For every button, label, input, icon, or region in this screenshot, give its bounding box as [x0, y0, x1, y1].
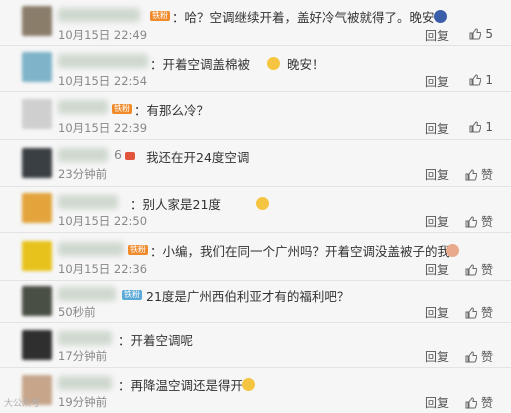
smile-emoji	[242, 378, 255, 391]
fan-badge: 铁粉	[150, 11, 170, 21]
thumb-up-icon	[465, 215, 477, 227]
list-item: ：别人家是21度 10月15日 22:50 回复 赞	[0, 187, 511, 233]
avatar[interactable]	[22, 6, 52, 36]
like-button[interactable]: 赞	[465, 261, 493, 278]
comment-list: 铁粉 ：哈？空调继续开着，盖好冷气被就得了。晚安 10月15日 22:49 回复…	[0, 0, 511, 413]
comment-text: ：再降温空调还是得开	[118, 378, 244, 393]
fan-badge: 铁粉	[122, 290, 142, 300]
like-count: 赞	[480, 263, 493, 277]
like-button[interactable]: 1	[469, 120, 493, 134]
list-item: ：开着空调盖棉被 晚安！ 10月15日 22:54 回复 1	[0, 46, 511, 92]
fan-badge: 铁粉	[112, 104, 132, 114]
username[interactable]	[58, 148, 108, 162]
watermark: 大公众号	[4, 399, 41, 409]
like-button[interactable]: 赞	[465, 394, 493, 411]
member-badge	[125, 152, 135, 160]
reply-button[interactable]: 回复	[425, 166, 449, 183]
thumb-up-icon	[469, 28, 482, 40]
thumb-up-icon	[465, 396, 477, 408]
timestamp: 10月15日 22:50	[58, 214, 148, 228]
list-item: 6 我还在开24度空调 23分钟前 回复 赞	[0, 140, 511, 187]
like-count: 赞	[480, 396, 493, 410]
reply-button[interactable]: 回复	[425, 348, 449, 365]
like-count: 1	[485, 120, 493, 134]
list-item: ：开着空调呢 17分钟前 回复 赞	[0, 323, 511, 368]
thumb-up-icon	[469, 121, 482, 133]
timestamp: 17分钟前	[58, 349, 108, 363]
comment-text-2: 晚安！	[287, 57, 325, 72]
like-button[interactable]: 赞	[465, 213, 493, 230]
avatar[interactable]	[22, 99, 52, 129]
username[interactable]	[58, 331, 112, 345]
laugh-emoji	[267, 57, 280, 70]
list-item: 铁粉 ：小编，我们在同一个广州吗？开着空调没盖被子的我 10月15日 22:36…	[0, 233, 511, 281]
avatar[interactable]	[22, 148, 52, 178]
comment-text: ：别人家是21度	[130, 197, 221, 212]
list-item: 铁粉 ：哈？空调继续开着，盖好冷气被就得了。晚安 10月15日 22:49 回复…	[0, 0, 511, 46]
timestamp: 23分钟前	[58, 167, 108, 181]
username[interactable]	[58, 195, 118, 209]
timestamp: 10月15日 22:49	[58, 28, 148, 42]
like-button[interactable]: 赞	[465, 166, 493, 183]
like-count: 赞	[480, 215, 493, 229]
comment-text: ：开着空调呢	[118, 333, 194, 348]
comment-text: ：开着空调盖棉被	[150, 57, 251, 72]
username[interactable]	[58, 54, 148, 68]
comment-prefix: 6	[114, 147, 122, 162]
like-count: 5	[485, 27, 493, 41]
comment-text: ：哈？空调继续开着，盖好冷气被就得了。晚安	[172, 10, 435, 25]
timestamp: 50秒前	[58, 305, 96, 319]
comment-text: ：小编，我们在同一个广州吗？开着空调没盖被子的我	[150, 244, 451, 259]
like-count: 赞	[480, 168, 493, 182]
thumb-up-icon	[469, 74, 482, 86]
reply-button[interactable]: 回复	[425, 304, 449, 321]
comment-text: 我还在开24度空调	[146, 150, 250, 165]
avatar[interactable]	[22, 241, 52, 271]
reply-button[interactable]: 回复	[425, 27, 449, 44]
list-item: ：再降温空调还是得开 19分钟前 回复 赞	[0, 368, 511, 413]
avatar[interactable]	[22, 286, 52, 316]
list-item: 铁粉 21度是广州西伯利亚才有的福利吧？ 50秒前 回复 赞	[0, 281, 511, 323]
like-button[interactable]: 1	[469, 73, 493, 87]
avatar[interactable]	[22, 52, 52, 82]
username[interactable]	[58, 8, 140, 22]
comment-text: ：有那么冷？	[134, 103, 210, 118]
timestamp: 19分钟前	[58, 395, 108, 409]
username[interactable]	[58, 100, 108, 114]
timestamp: 10月15日 22:39	[58, 121, 148, 135]
list-item: 铁粉 ：有那么冷？ 10月15日 22:39 回复 1	[0, 92, 511, 140]
fan-badge: 铁粉	[128, 245, 148, 255]
reply-button[interactable]: 回复	[425, 394, 449, 411]
username[interactable]	[58, 376, 112, 390]
like-button[interactable]: 赞	[465, 304, 493, 321]
thumb-up-icon	[465, 263, 477, 275]
like-button[interactable]: 赞	[465, 348, 493, 365]
like-count: 1	[485, 73, 493, 87]
avatar[interactable]	[22, 330, 52, 360]
username[interactable]	[58, 287, 116, 301]
thumb-up-icon	[465, 168, 477, 180]
username[interactable]	[58, 242, 124, 256]
like-count: 赞	[480, 306, 493, 320]
avatar[interactable]	[22, 193, 52, 223]
thumb-up-icon	[465, 350, 477, 362]
reply-button[interactable]: 回复	[425, 261, 449, 278]
reply-button[interactable]: 回复	[425, 120, 449, 137]
timestamp: 10月15日 22:54	[58, 74, 148, 88]
face-emoji	[446, 244, 459, 257]
moon-emoji	[434, 10, 447, 23]
like-button[interactable]: 5	[469, 27, 493, 41]
reply-button[interactable]: 回复	[425, 213, 449, 230]
comment-text: 21度是广州西伯利亚才有的福利吧？	[146, 289, 350, 304]
reply-button[interactable]: 回复	[425, 73, 449, 90]
like-count: 赞	[480, 350, 493, 364]
timestamp: 10月15日 22:36	[58, 262, 148, 276]
thumb-up-icon	[465, 306, 477, 318]
laugh-emoji	[256, 197, 269, 210]
